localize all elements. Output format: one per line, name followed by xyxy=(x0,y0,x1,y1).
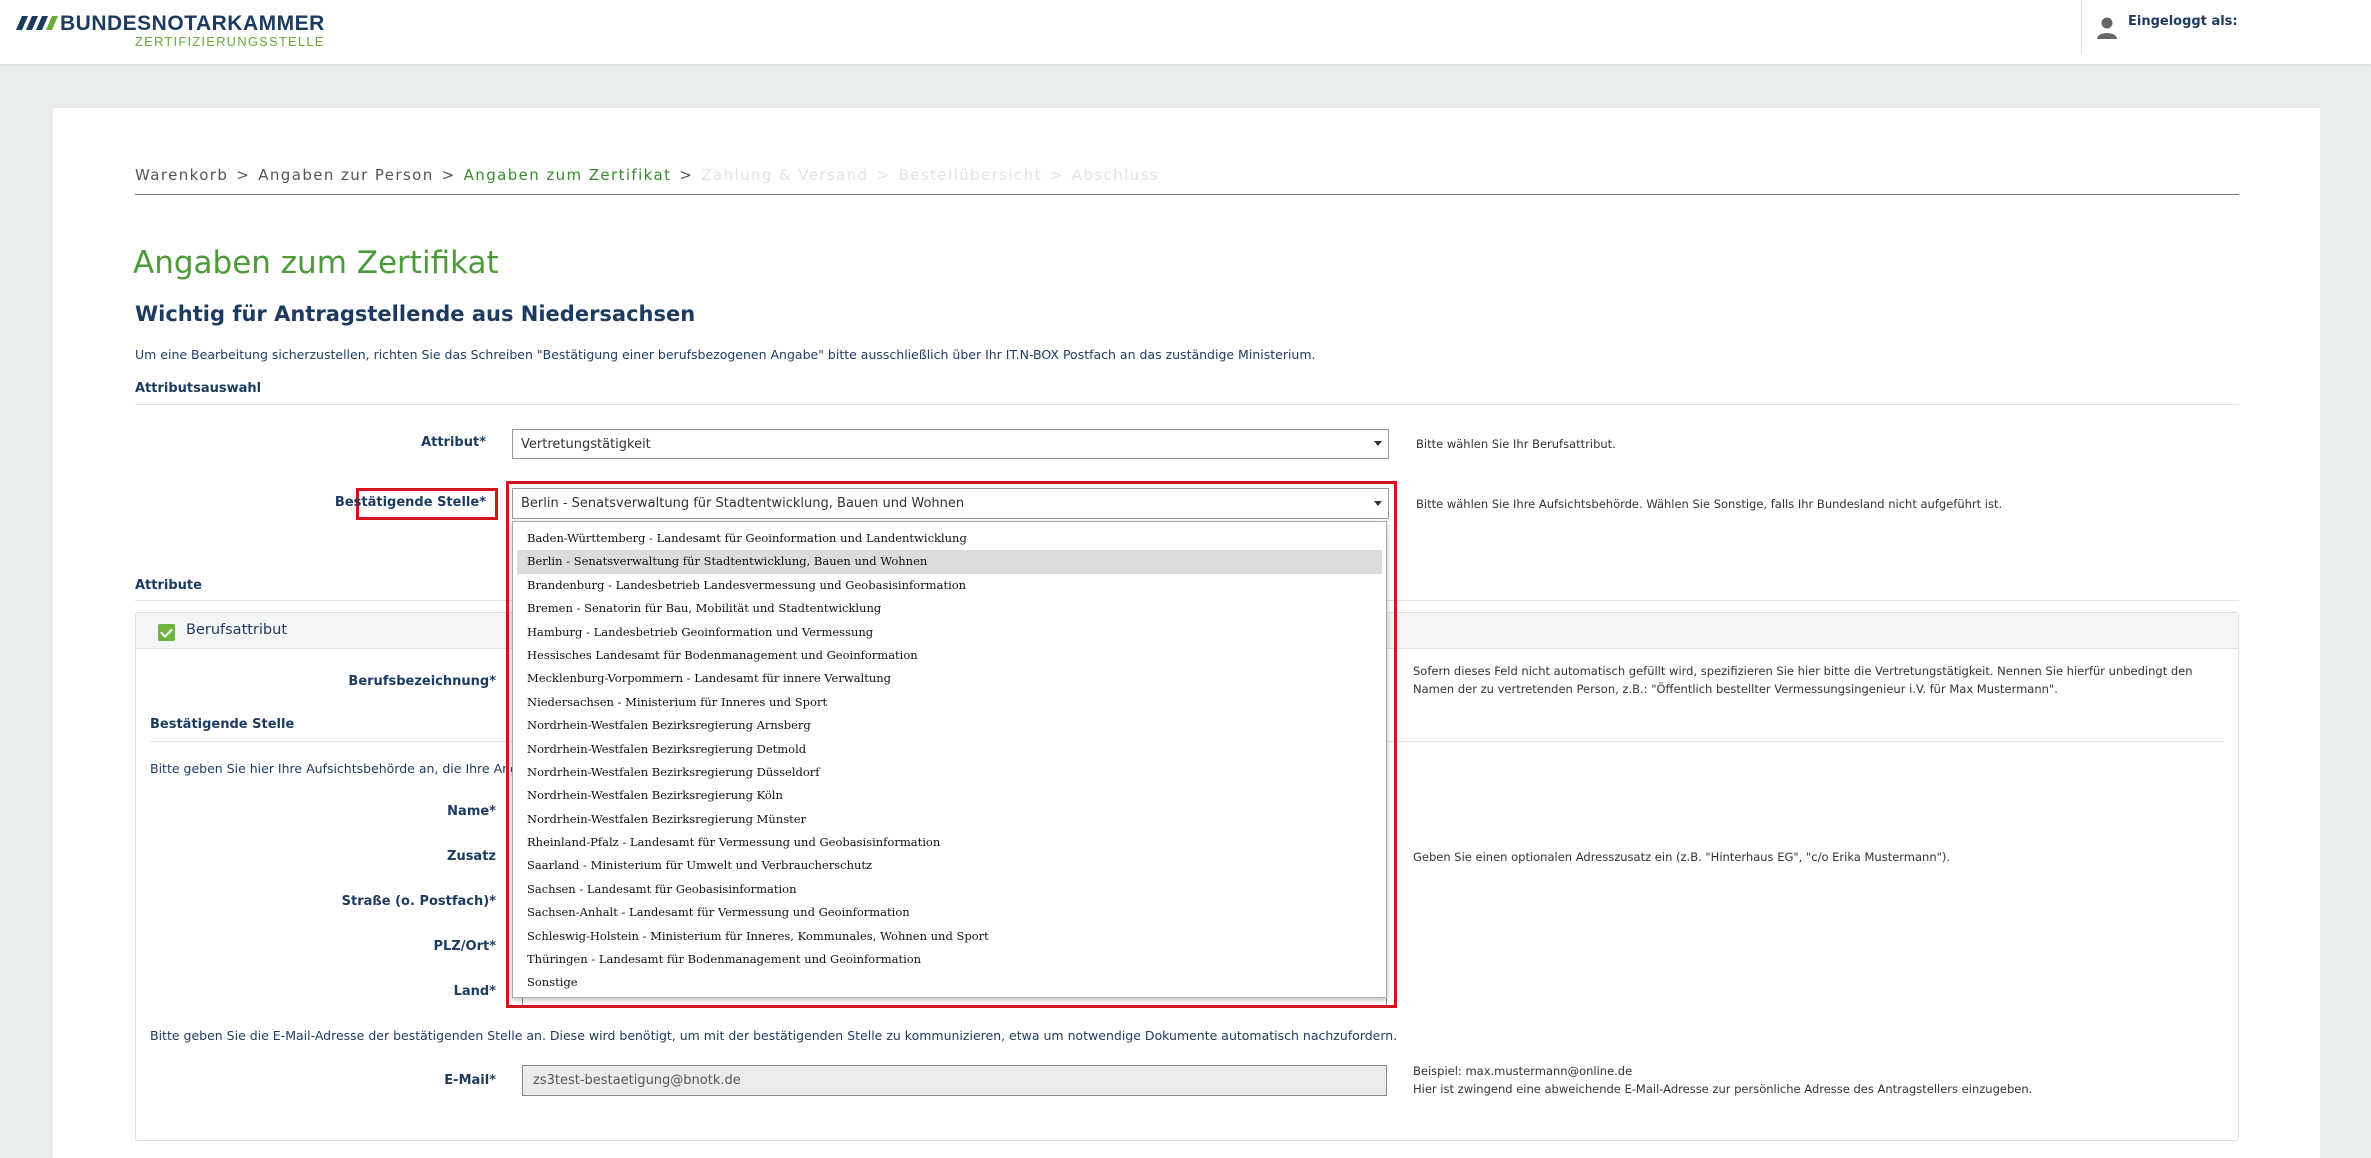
attribut-select[interactable]: Vertretungstätigkeit xyxy=(512,429,1389,459)
zusatz-hint: Geben Sie einen optionalen Adresszusatz … xyxy=(1413,850,1951,864)
breadcrumb: Warenkorb > Angaben zur Person > Angaben zum… xyxy=(135,166,1159,184)
breadcrumb-step-5: Bestellübersicht xyxy=(898,166,1042,184)
zusatz-label: Zusatz xyxy=(447,849,496,864)
bestaetigende-stelle-label: Bestätigende Stelle* xyxy=(334,495,486,510)
page-title: Angaben zum Zertifikat xyxy=(133,245,499,281)
user-icon xyxy=(2097,17,2117,39)
bestaetigende-stelle-hint: Bitte wählen Sie Ihre Aufsichtsbehörde. … xyxy=(1416,497,2003,511)
attribut-label: Attribut* xyxy=(421,435,486,450)
berufsbezeichnung-hint-2: Namen der zu vertretenden Person, z.B.: … xyxy=(1413,682,2058,696)
logo-slashes-icon xyxy=(16,16,58,30)
user-label: Eingeloggt als: xyxy=(2128,14,2238,29)
strasse-label: Straße (o. Postfach)* xyxy=(341,894,496,909)
page-subtitle: Wichtig für Antragstellende aus Niedersa… xyxy=(135,302,696,326)
checkbox-checked-icon[interactable] xyxy=(158,624,175,641)
top-header: BUNDESNOTARKAMMER ZERTIFIZIERUNGSSTELLE … xyxy=(0,0,2371,64)
plz-ort-label: PLZ/Ort* xyxy=(433,939,496,954)
land-label: Land* xyxy=(453,984,496,999)
breadcrumb-step-4: Zahlung & Versand xyxy=(701,166,869,184)
breadcrumb-step-3: Angaben zum Zertifikat xyxy=(463,166,672,184)
berufsbezeichnung-hint-1: Sofern dieses Feld nicht automatisch gef… xyxy=(1413,664,2193,678)
user-area[interactable]: Eingeloggt als: xyxy=(2081,0,2371,55)
section-attribute: Attribute xyxy=(135,578,202,593)
breadcrumb-divider xyxy=(135,194,2239,195)
email-hint-2: Hier ist zwingend eine abweichende E-Mai… xyxy=(1413,1082,2033,1096)
section-divider xyxy=(135,404,2239,405)
email-input[interactable]: zs3test-bestaetigung@bnotk.de xyxy=(522,1065,1387,1096)
dropdown-highlight-box xyxy=(506,481,1397,1008)
section-bestaetigende-stelle: Bestätigende Stelle xyxy=(150,717,295,732)
breadcrumb-separator: > xyxy=(441,166,456,184)
breadcrumb-separator: > xyxy=(1049,166,1064,184)
stelle-intro: Bitte geben Sie hier Ihre Aufsichtsbehör… xyxy=(150,761,542,776)
attribut-hint: Bitte wählen Sie Ihr Berufsattribut. xyxy=(1416,437,1616,451)
email-label: E-Mail* xyxy=(444,1073,496,1088)
breadcrumb-separator: > xyxy=(679,166,694,184)
attribut-select-value: Vertretungstätigkeit xyxy=(521,436,651,452)
name-label: Name* xyxy=(447,804,496,819)
logo-subtitle: ZERTIFIZIERUNGSSTELLE xyxy=(135,34,325,49)
breadcrumb-step-2[interactable]: Angaben zur Person xyxy=(258,166,433,184)
logo-brand: BUNDESNOTARKAMMER xyxy=(60,12,325,35)
email-input-value: zs3test-bestaetigung@bnotk.de xyxy=(533,1073,741,1088)
berufsbezeichnung-label: Berufsbezeichnung* xyxy=(348,674,496,689)
email-intro: Bitte geben Sie die E-Mail-Adresse der b… xyxy=(150,1028,1398,1043)
breadcrumb-separator: > xyxy=(876,166,891,184)
breadcrumb-step-1[interactable]: Warenkorb xyxy=(135,166,228,184)
info-text: Um eine Bearbeitung sicherzustellen, ric… xyxy=(135,347,1316,362)
chevron-down-icon xyxy=(1374,441,1382,446)
section-attributsauswahl: Attributsauswahl xyxy=(135,381,262,396)
berufsattribut-panel-title: Berufsattribut xyxy=(186,622,288,638)
breadcrumb-separator: > xyxy=(236,166,251,184)
breadcrumb-step-6: Abschluss xyxy=(1071,166,1160,184)
email-hint-1: Beispiel: max.mustermann@online.de xyxy=(1413,1064,1633,1078)
